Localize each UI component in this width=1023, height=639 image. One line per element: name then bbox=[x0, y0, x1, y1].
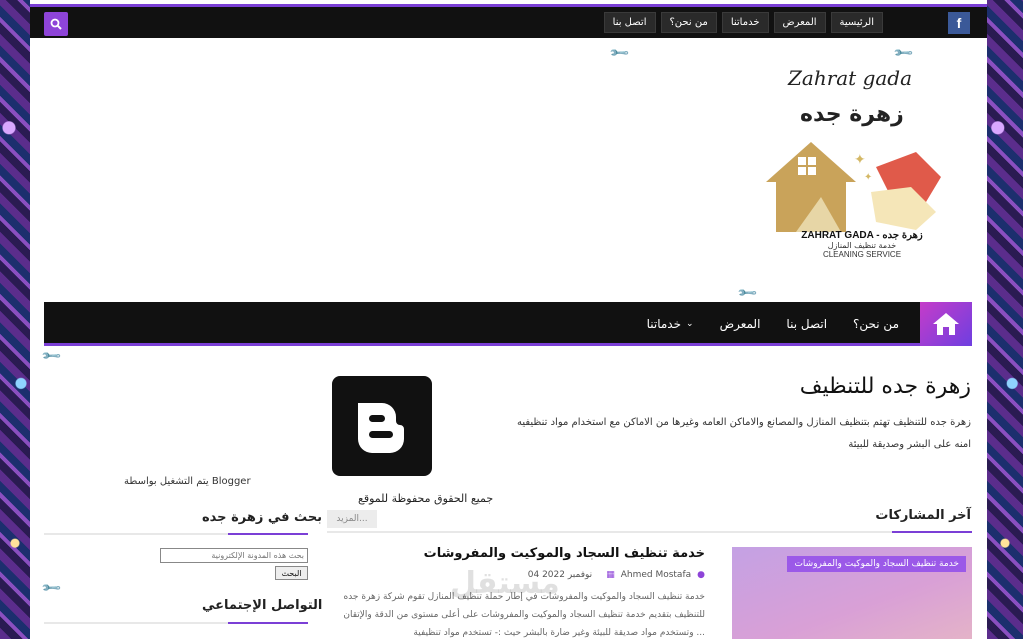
mainnav-gallery[interactable]: المعرض bbox=[707, 317, 774, 331]
calendar-icon: ▦ bbox=[606, 570, 615, 580]
home-button[interactable] bbox=[920, 302, 972, 346]
wrench-icon[interactable]: 🔧 bbox=[41, 577, 63, 599]
topnav-services[interactable]: خدماتنا bbox=[721, 12, 769, 33]
topnav-about[interactable]: من نحن؟ bbox=[660, 12, 717, 33]
logo-caption: ZAHRAT GADA - زهرة جده خدمة تنظيف المناز… bbox=[782, 230, 942, 259]
svg-text:✦: ✦ bbox=[864, 172, 872, 183]
search-input[interactable] bbox=[160, 548, 308, 563]
topnav-gallery[interactable]: المعرض bbox=[773, 12, 826, 33]
search-button[interactable] bbox=[44, 12, 68, 36]
page-container: الرئيسية المعرض خدماتنا من نحن؟ اتصل بنا… bbox=[30, 0, 987, 639]
search-widget-heading: بحث في زهرة جده bbox=[202, 510, 323, 525]
logo-script-text: Zahrat gada bbox=[788, 66, 913, 90]
top-nav: الرئيسية المعرض خدماتنا من نحن؟ اتصل بنا bbox=[603, 12, 883, 33]
user-icon: ● bbox=[697, 570, 705, 580]
mainnav-about[interactable]: من نحن؟ bbox=[840, 317, 912, 331]
site-logo[interactable]: Zahrat gada زهرة جده ✦ ✦ ZAHRAT GADA - ز… bbox=[758, 62, 953, 272]
mainnav-contact[interactable]: اتصل بنا bbox=[773, 317, 840, 331]
post-author[interactable]: Ahmed Mostafa bbox=[621, 570, 691, 580]
top-bar: الرئيسية المعرض خدماتنا من نحن؟ اتصل بنا… bbox=[30, 4, 987, 38]
latest-posts-heading: آخر المشاركات bbox=[875, 508, 971, 523]
post-thumbnail[interactable]: خدمة تنظيف السجاد والموكيت والمفروشات bbox=[732, 547, 972, 639]
mainnav-services[interactable]: خدماتنا ⌄ bbox=[634, 317, 707, 331]
main-nav: من نحن؟ اتصل بنا المعرض خدماتنا ⌄ bbox=[44, 302, 972, 346]
watermark: مستقل bbox=[450, 566, 560, 601]
copyright-text: جميع الحقوق محفوظة للموقع bbox=[358, 492, 494, 505]
latest-posts-divider bbox=[327, 531, 972, 533]
powered-by-text: يتم التشغيل بواسطة Blogger bbox=[124, 476, 251, 487]
blogger-logo-icon[interactable] bbox=[332, 376, 432, 476]
logo-caption-line1: ZAHRAT GADA - زهرة جده bbox=[801, 230, 923, 241]
logo-caption-line2: خدمة تنظيف المنازل bbox=[827, 241, 897, 250]
svg-text:✦: ✦ bbox=[854, 152, 866, 168]
background-pattern-right bbox=[987, 0, 1023, 639]
wrench-icon[interactable]: 🔧 bbox=[609, 42, 631, 64]
logo-arabic-text: زهرة جده bbox=[800, 102, 904, 127]
home-icon bbox=[933, 313, 959, 335]
logo-caption-line3: CLEANING SERVICE bbox=[822, 250, 902, 259]
search-widget-divider bbox=[44, 533, 308, 535]
topnav-home[interactable]: الرئيسية bbox=[830, 12, 883, 33]
search-submit-button[interactable]: البحث bbox=[275, 566, 308, 580]
background-pattern-left bbox=[0, 0, 30, 639]
page-title: زهرة جده للتنظيف bbox=[799, 374, 971, 399]
house-cleaning-icon: ✦ ✦ bbox=[766, 142, 941, 232]
social-widget-heading: التواصل الإجتماعي bbox=[202, 598, 323, 613]
more-button[interactable]: المزيد... bbox=[327, 510, 377, 528]
social-widget-divider bbox=[44, 622, 308, 624]
topnav-contact[interactable]: اتصل بنا bbox=[603, 12, 656, 33]
search-icon bbox=[50, 18, 62, 30]
post-title[interactable]: خدمة تنظيف السجاد والموكيت والمفروشات bbox=[424, 546, 705, 561]
site-description: زهرة جده للتنظيف تهتم بتنظيف المنازل وال… bbox=[516, 417, 971, 450]
mainnav-services-label: خدماتنا bbox=[646, 317, 682, 331]
facebook-icon[interactable]: f bbox=[948, 12, 970, 34]
chevron-down-icon: ⌄ bbox=[686, 319, 694, 329]
main-nav-items: من نحن؟ اتصل بنا المعرض خدماتنا ⌄ bbox=[634, 302, 912, 346]
wrench-icon[interactable]: 🔧 bbox=[41, 345, 63, 367]
post-category-badge[interactable]: خدمة تنظيف السجاد والموكيت والمفروشات bbox=[787, 556, 966, 572]
